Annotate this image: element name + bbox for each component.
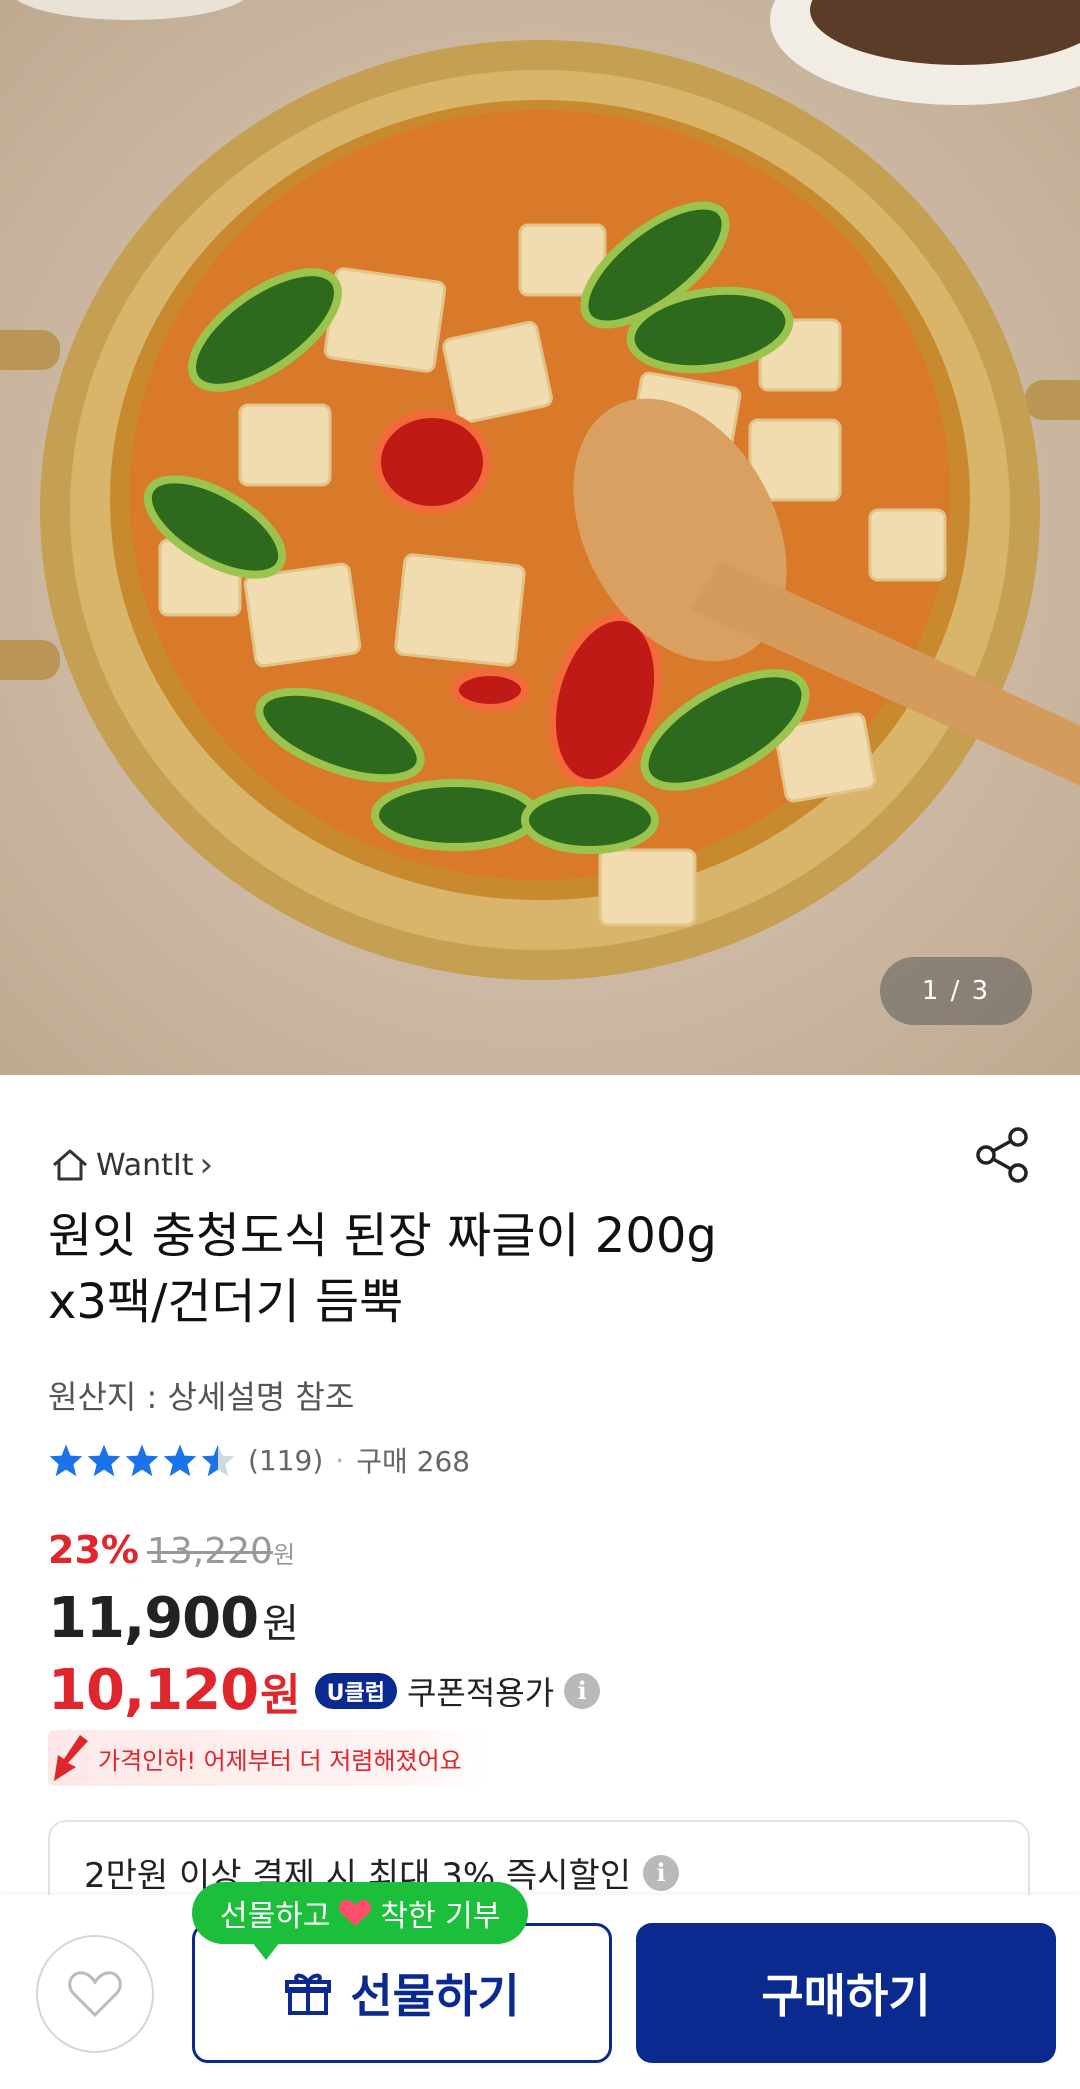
coupon-price: 10,120 [48, 1658, 259, 1723]
star-icon [87, 1444, 121, 1477]
gift-donation-tooltip[interactable]: 선물하고 착한 기부 [192, 1882, 529, 1960]
sale-price: 11,900 [48, 1586, 259, 1651]
star-icon [163, 1444, 197, 1477]
heart-icon [68, 1971, 122, 2018]
down-arrow-icon [54, 1735, 88, 1781]
product-image[interactable]: 1 / 3 [0, 0, 1080, 1075]
home-icon [50, 1147, 90, 1183]
bubble-text-2: 착한 기부 [380, 1899, 501, 1934]
stew-pot-illustration [0, 0, 1080, 980]
gift-icon [285, 1973, 332, 2015]
chevron-right-icon: › [199, 1145, 214, 1185]
price-drop-banner: 가격인하! 어제부터 더 저렴해졌어요 [48, 1730, 488, 1786]
purchase-count: 구매 268 [356, 1445, 471, 1478]
bubble-text-1: 선물하고 [220, 1899, 331, 1934]
coupon-price-row: 10,120 원 U클럽 쿠폰적용가 i [48, 1658, 601, 1723]
star-icon [49, 1444, 83, 1477]
image-counter: 1 / 3 [880, 957, 1032, 1025]
sale-price-unit: 원 [262, 1601, 299, 1647]
brand-link[interactable]: WantIt › [50, 1145, 213, 1185]
promo-info-icon[interactable]: i [643, 1854, 680, 1891]
title-line-1: 원잇 충청도식 된장 짜글이 200g [48, 1208, 717, 1264]
buy-button[interactable]: 구매하기 [636, 1923, 1056, 2063]
original-price-unit: 원 [272, 1541, 296, 1569]
rating-row[interactable]: (119) · 구매 268 [48, 1440, 470, 1480]
brand-name: WantIt [96, 1147, 194, 1183]
sale-price-row: 11,900 원 [48, 1586, 299, 1651]
coupon-label: 쿠폰적용가 [406, 1673, 555, 1712]
original-price: 13,220 [146, 1531, 273, 1572]
title-line-2: x3팩/건더기 듬뿍 [48, 1274, 404, 1330]
discount-row: 23% 13,220원 [48, 1528, 295, 1572]
review-count[interactable]: (119) [248, 1444, 323, 1477]
info-icon[interactable]: i [564, 1672, 601, 1709]
gift-button-label: 선물하기 [350, 1969, 520, 2023]
coupon-price-unit: 원 [260, 1669, 301, 1721]
wishlist-button[interactable] [36, 1935, 154, 2053]
star-icon [125, 1444, 159, 1477]
heart-filled-icon [339, 1899, 372, 1926]
bottom-action-bar: 선물하기 구매하기 [0, 1895, 1080, 2089]
star-half-icon [201, 1444, 235, 1477]
origin-info: 원산지 : 상세설명 참조 [48, 1378, 355, 1416]
discount-percent: 23% [48, 1528, 139, 1572]
separator-dot: · [335, 1443, 345, 1477]
star-rating [48, 1443, 236, 1477]
price-drop-text: 가격인하! 어제부터 더 저렴해졌어요 [98, 1746, 462, 1775]
uclub-badge: U클럽 [314, 1672, 397, 1709]
buy-button-label: 구매하기 [761, 1969, 931, 2023]
share-icon[interactable] [972, 1125, 1032, 1185]
product-title: 원잇 충청도식 된장 짜글이 200g x3팩/건더기 듬뿍 [48, 1203, 1008, 1335]
